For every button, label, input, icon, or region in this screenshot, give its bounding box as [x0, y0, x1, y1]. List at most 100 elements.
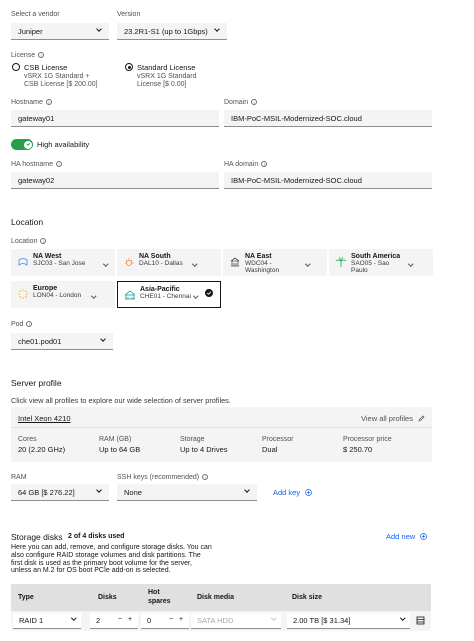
location-tile-na-west[interactable]: NA West SJC03 - San Jose — [11, 249, 115, 276]
license-csb-title: CSB License — [24, 63, 68, 72]
version-select[interactable]: 23.2R1-S1 (up to 1Gbps) — [117, 23, 227, 40]
chevron-down-icon — [103, 261, 109, 267]
ha-domain-label: HA domain i — [224, 161, 268, 168]
pod-label: Pod i — [11, 321, 33, 328]
vendor-value: Juniper — [18, 27, 43, 36]
location-tile-europe[interactable]: Europe LON04 - London — [11, 281, 115, 308]
table-row: RAID 1 2 − + 0 − + SATA HDD 2.00 TB [$ 3… — [11, 611, 431, 631]
storage-disks-description: Here you can add, remove, and configure … — [11, 544, 212, 575]
hot-spares-stepper[interactable]: 0 − + — [141, 613, 189, 629]
hostname-label: Hostname i — [11, 99, 52, 106]
flag-icon — [18, 258, 28, 266]
location-tile-asia-pacific[interactable]: Asia-Pacific CHE01 - Chennai — [117, 281, 221, 308]
pod-select[interactable]: che01.pod01 — [11, 333, 113, 350]
spec-processor-price-label: Processor price — [343, 436, 392, 443]
info-icon: i — [261, 161, 268, 167]
spec-processor-label: Processor — [262, 436, 294, 443]
spec-cores-value: 20 (2.20 GHz) — [18, 445, 66, 454]
col-spares: spares — [148, 598, 171, 605]
location-label: Location i — [11, 238, 47, 245]
stars-icon — [18, 289, 28, 299]
increment-icon[interactable]: + — [128, 616, 132, 623]
high-availability-label: High availability — [37, 140, 90, 149]
hostname-input[interactable]: gateway01 — [11, 110, 219, 127]
storage-disks-heading: Storage disks — [11, 532, 63, 542]
ha-hostname-input[interactable]: gateway02 — [11, 172, 219, 189]
col-type: Type — [18, 594, 34, 601]
increment-icon[interactable]: + — [179, 616, 183, 623]
disks-stepper[interactable]: 2 − + — [90, 613, 138, 629]
chevron-down-icon — [96, 487, 102, 493]
server-profile-card: Intel Xeon 4210 View all profiles Cores … — [11, 407, 432, 462]
license-standard-desc: vSRX 1G Standard License [$ 0.00] — [137, 73, 197, 88]
storage-disks-count: 2 of 4 disks used — [68, 533, 125, 540]
version-label: Version — [117, 11, 141, 18]
disk-size-select[interactable]: 2.00 TB [$ 31.34] — [287, 613, 410, 629]
spec-processor-value: Dual — [262, 445, 278, 454]
edit-icon — [418, 415, 425, 422]
chevron-down-icon — [270, 615, 276, 621]
spec-storage-value: Up to 4 Drives — [180, 445, 228, 454]
spec-ram-value: Up to 64 GB — [99, 445, 141, 454]
checkmark-filled-icon — [205, 289, 213, 297]
server-profile-description: Click view all profiles to explore our w… — [11, 396, 231, 405]
info-icon: i — [45, 99, 52, 105]
domain-label: Domain i — [224, 99, 258, 106]
chevron-down-icon — [192, 261, 198, 267]
location-tile-south-america[interactable]: South America SAO05 - Sao Paulo — [329, 249, 433, 276]
license-standard-title: Standard License — [137, 63, 196, 72]
license-csb-radio[interactable] — [12, 63, 20, 71]
ssh-keys-select[interactable]: None — [117, 484, 257, 501]
spec-cores-label: Cores — [18, 436, 37, 443]
raid-type-select[interactable]: RAID 1 — [13, 613, 81, 629]
add-key-button[interactable]: Add key — [273, 488, 313, 497]
divider — [11, 427, 432, 428]
chevron-down-icon — [214, 26, 220, 32]
check-icon — [26, 141, 30, 146]
chevron-down-icon — [70, 615, 76, 621]
high-availability-toggle[interactable] — [11, 139, 33, 150]
info-icon: i — [40, 238, 47, 244]
license-standard-radio[interactable] — [125, 63, 133, 71]
vendor-select[interactable]: Juniper — [11, 23, 109, 40]
chevron-down-icon — [408, 261, 414, 267]
decrement-icon[interactable]: − — [169, 616, 173, 623]
ha-domain-input[interactable]: IBM-PoC-MSIL-Modernized-SOC.cloud — [224, 172, 432, 189]
domain-input[interactable]: IBM-PoC-MSIL-Modernized-SOC.cloud — [224, 110, 432, 127]
add-new-disk-button[interactable]: Add new — [386, 532, 428, 541]
info-icon: i — [56, 161, 63, 167]
spec-processor-price-value: $ 250.70 — [343, 445, 373, 454]
chevron-down-icon — [96, 26, 102, 32]
ram-label: RAM — [11, 474, 27, 481]
spec-storage-label: Storage — [180, 436, 205, 443]
info-icon: i — [251, 99, 258, 105]
spec-ram-label: RAM (GB) — [99, 436, 132, 443]
location-tile-na-south[interactable]: NA South DAL10 - Dallas — [117, 249, 221, 276]
info-icon: i — [26, 321, 33, 327]
decrement-icon[interactable]: − — [118, 616, 122, 623]
add-circle-icon — [305, 489, 313, 496]
col-disk-size: Disk size — [292, 594, 322, 601]
disk-partition-icon[interactable] — [416, 616, 425, 625]
sun-icon — [125, 258, 134, 266]
server-profile-name[interactable]: Intel Xeon 4210 — [18, 414, 71, 423]
chevron-down-icon — [91, 293, 97, 299]
ssh-keys-label: SSH keys (recommended) i — [117, 474, 209, 481]
col-hot: Hot — [148, 589, 160, 596]
ram-select[interactable]: 64 GB [$ 276.22] — [11, 484, 109, 501]
server-profile-heading: Server profile — [11, 378, 62, 388]
vendor-label: Select a vendor — [11, 11, 60, 18]
version-value: 23.2R1-S1 (up to 1Gbps) — [124, 27, 208, 36]
col-disk-media: Disk media — [197, 594, 234, 601]
palm-tree-icon — [335, 256, 347, 267]
info-icon: i — [202, 474, 209, 480]
location-tile-na-east[interactable]: NA East WDC04 - Washington — [223, 249, 327, 276]
ssh-keys-value: None — [124, 488, 142, 497]
view-all-profiles-link[interactable]: View all profiles — [361, 414, 425, 423]
ram-value: 64 GB [$ 276.22] — [18, 488, 75, 497]
location-heading: Location — [11, 217, 44, 227]
pod-value: che01.pod01 — [18, 337, 62, 346]
col-disks: Disks — [98, 594, 117, 601]
disk-media-select[interactable]: SATA HDD — [191, 613, 281, 629]
license-csb-desc: vSRX 1G Standard + CSB License [$ 200.00] — [24, 73, 98, 88]
